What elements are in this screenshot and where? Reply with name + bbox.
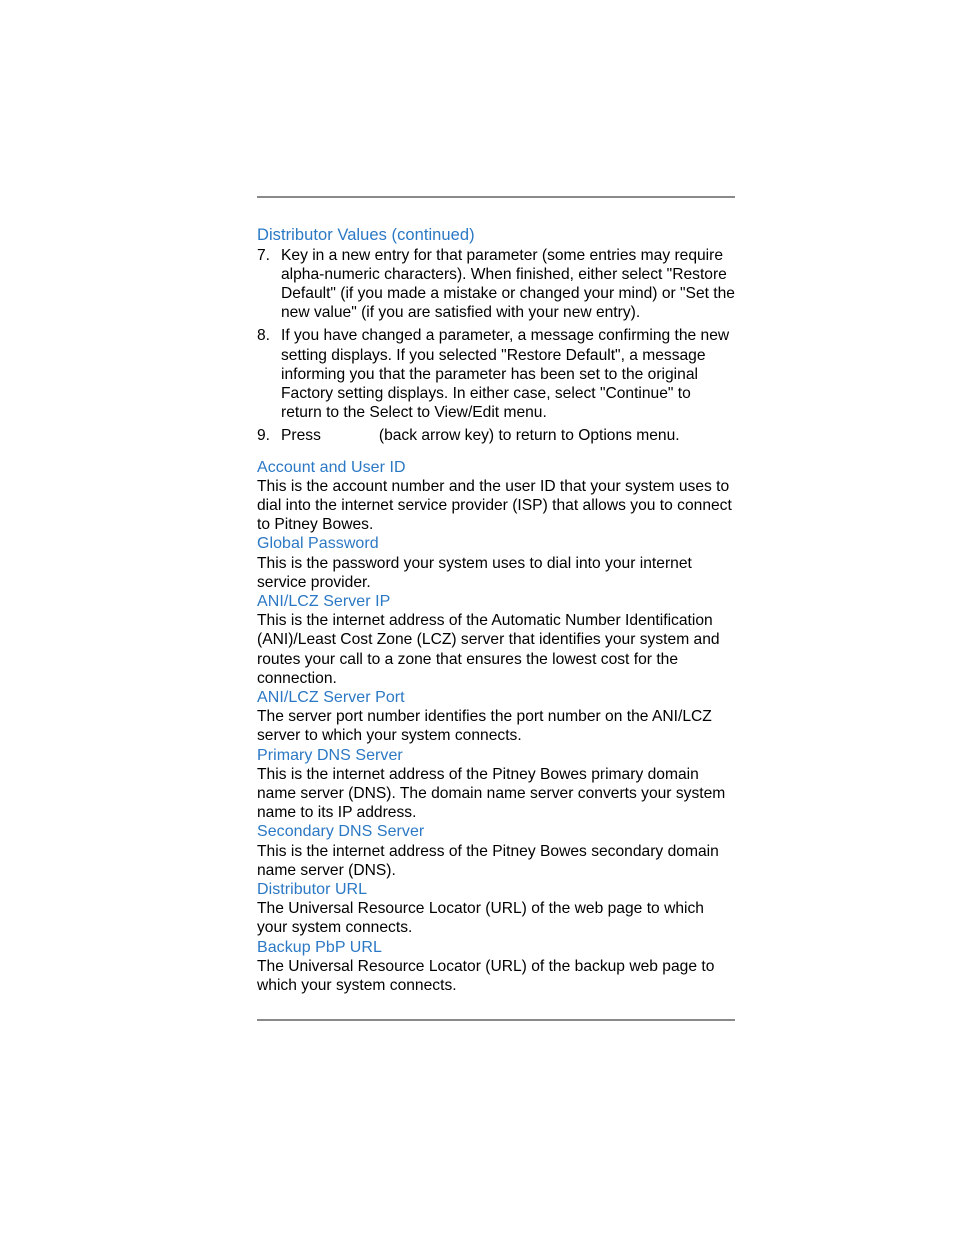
- definition-secondary-dns-server: Secondary DNS Server This is the interne…: [257, 822, 735, 880]
- definition-heading: Secondary DNS Server: [257, 823, 425, 841]
- list-item-text: Press (back arrow key) to return to Optio…: [281, 426, 735, 445]
- header-divider-rule: [257, 196, 735, 198]
- definitions-block: Account and User ID This is the account …: [257, 458, 735, 996]
- definition-primary-dns-server: Primary DNS Server This is the internet …: [257, 746, 735, 823]
- list-item-number: 8.: [257, 327, 271, 345]
- definition-body: This is the internet address of the Pitn…: [257, 765, 726, 822]
- list-item-text-after-graphic: (back arrow key) to return to Options me…: [378, 427, 680, 445]
- back-arrow-key-icon: [321, 426, 379, 440]
- list-item: 8. If you have changed a parameter, a me…: [257, 326, 735, 422]
- definition-backup-pbp-url: Backup PbP URL The Universal Resource Lo…: [257, 938, 735, 996]
- definition-body: The Universal Resource Locator (URL) of …: [257, 957, 715, 995]
- page-title: Distributor Values (continued): [257, 226, 475, 244]
- list-item: 9. Press (back arrow key) to return to Op…: [257, 426, 735, 445]
- definition-global-password: Global Password This is the password you…: [257, 534, 735, 592]
- list-item-text-before-graphic: Press: [281, 427, 321, 445]
- definition-body: This is the internet address of the Pitn…: [257, 842, 719, 879]
- definition-distributor-url: Distributor URL The Universal Resource L…: [257, 880, 735, 938]
- definition-account-and-user-id: Account and User ID This is the account …: [257, 458, 735, 535]
- definition-heading: Backup PbP URL: [257, 938, 382, 956]
- definition-heading: ANI/LCZ Server Port: [257, 688, 405, 706]
- list-item-text: Key in a new entry for that parameter (s…: [281, 246, 735, 322]
- definition-heading: ANI/LCZ Server IP: [257, 592, 391, 610]
- list-item-number: 9.: [257, 427, 271, 445]
- definition-heading: Distributor URL: [257, 881, 368, 898]
- numbered-steps-list: 7. Key in a new entry for that parameter…: [257, 246, 735, 446]
- document-page: Distributor Values (continued) 7. Key in…: [0, 0, 954, 1235]
- definition-heading: Primary DNS Server: [257, 746, 403, 764]
- definition-body: This is the internet address of the Auto…: [257, 612, 720, 687]
- list-item-text: If you have changed a parameter, a messa…: [281, 327, 730, 422]
- footer-divider-rule: [257, 1019, 735, 1022]
- definition-heading: Global Password: [257, 535, 379, 553]
- definition-ani-lcz-server-port: ANI/LCZ Server Port The server port numb…: [257, 688, 735, 746]
- list-item: 7. Key in a new entry for that parameter…: [257, 246, 735, 323]
- content-column: Distributor Values (continued) 7. Key in…: [257, 196, 735, 1022]
- definition-body: The server port number identifies the po…: [257, 708, 712, 745]
- definition-heading: Account and User ID: [257, 458, 406, 476]
- definition-body: This is the account number and the user …: [257, 477, 732, 534]
- list-item-number: 7.: [257, 246, 271, 264]
- definition-ani-lcz-server-ip: ANI/LCZ Server IP This is the internet a…: [257, 592, 735, 688]
- definition-body: This is the password your system uses to…: [257, 554, 692, 591]
- definition-body: The Universal Resource Locator (URL) of …: [257, 900, 704, 937]
